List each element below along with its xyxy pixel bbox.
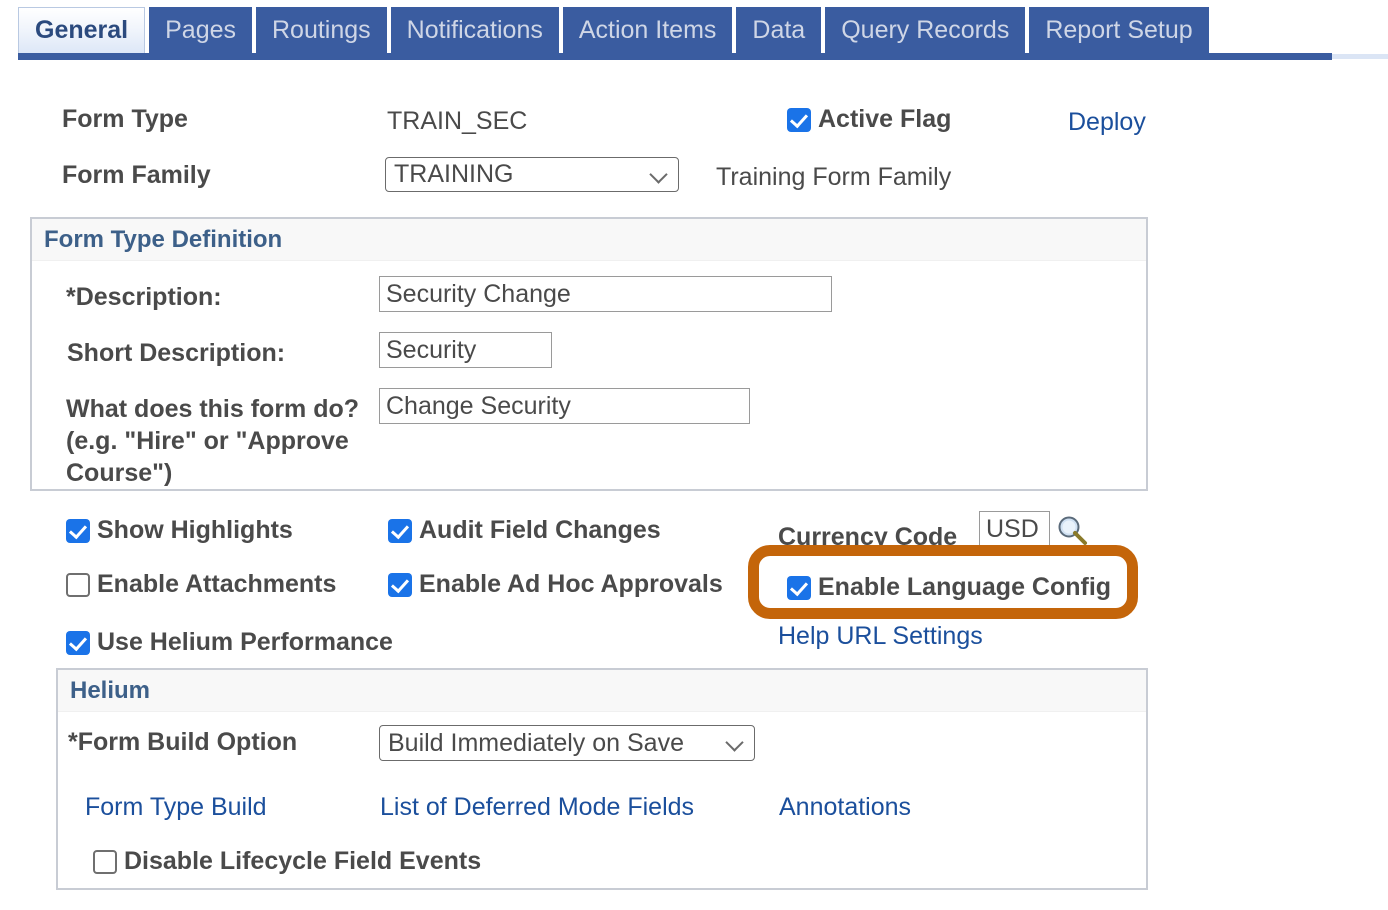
enable-ad-hoc-approvals-label: Enable Ad Hoc Approvals [419,570,723,598]
form-type-label: Form Type [62,105,188,133]
tab-label: Routings [272,15,371,44]
form-type-build-link[interactable]: Form Type Build [85,793,267,822]
form-family-description: Training Form Family [716,163,952,191]
tab-data[interactable]: Data [736,7,822,53]
highlight-annotation-box: Enable Language Config [748,545,1138,619]
checkbox-checked-icon [388,518,412,543]
tab-list: General Pages Routings Notifications Act… [18,7,1213,53]
tab-query-records[interactable]: Query Records [825,7,1026,53]
description-label: *Description: [66,283,222,311]
form-type-value: TRAIN_SEC [387,107,528,135]
form-family-select[interactable]: TRAINING [385,157,679,192]
enable-ad-hoc-approvals-checkbox[interactable]: Enable Ad Hoc Approvals [388,570,723,599]
disable-lifecycle-field-events-checkbox[interactable]: Disable Lifecycle Field Events [93,847,481,876]
use-helium-performance-label: Use Helium Performance [97,628,393,656]
form-build-option-value: Build Immediately on Save [388,728,684,757]
tab-label: Query Records [841,15,1010,44]
tab-label: General [35,15,129,44]
helium-title: Helium [70,676,151,704]
short-description-input[interactable] [379,332,552,368]
magnifier-icon[interactable] [1055,513,1089,547]
what-does-form-do-label-line3: Course") [66,459,173,487]
chevron-down-icon [726,733,746,753]
what-does-form-do-label-line1: What does this form do? [66,395,360,423]
description-input[interactable] [379,276,832,312]
checkbox-checked-icon [787,575,811,600]
currency-code-input[interactable] [979,511,1050,547]
tab-general[interactable]: General [18,7,146,53]
active-flag-checkbox[interactable]: Active Flag [787,105,951,134]
list-of-deferred-mode-fields-link[interactable]: List of Deferred Mode Fields [380,793,694,822]
deploy-link[interactable]: Deploy [1068,108,1146,137]
tab-label: Data [752,15,806,44]
disable-lifecycle-field-events-label: Disable Lifecycle Field Events [124,847,482,875]
audit-field-changes-checkbox[interactable]: Audit Field Changes [388,516,661,545]
tab-label: Pages [165,15,236,44]
tab-pages[interactable]: Pages [149,7,252,53]
checkbox-checked-icon [388,572,412,597]
what-does-form-do-label: What does this form do? (e.g. "Hire" or … [66,393,376,489]
enable-language-config-label: Enable Language Config [818,573,1112,601]
form-type-definition-header: Form Type Definition [32,219,1146,261]
tab-action-items[interactable]: Action Items [562,7,733,53]
tab-report-setup[interactable]: Report Setup [1029,7,1209,53]
active-flag-label: Active Flag [818,105,952,133]
help-url-settings-link[interactable]: Help URL Settings [778,622,983,651]
tab-label: Action Items [578,15,717,44]
checkbox-unchecked-icon [93,849,117,874]
tab-label: Report Setup [1045,15,1193,44]
show-highlights-checkbox[interactable]: Show Highlights [66,516,293,545]
tab-bar: General Pages Routings Notifications Act… [0,0,1388,62]
audit-field-changes-label: Audit Field Changes [419,516,661,544]
tab-bar-base [18,53,1332,60]
chevron-down-icon [650,165,670,185]
checkbox-checked-icon [66,518,90,543]
enable-attachments-label: Enable Attachments [97,570,337,598]
what-does-form-do-input[interactable] [379,388,750,424]
show-highlights-label: Show Highlights [97,516,293,544]
form-family-label: Form Family [62,161,211,189]
helium-header: Helium [58,670,1146,712]
what-does-form-do-label-line2: (e.g. "Hire" or "Approve [66,427,349,455]
form-build-option-select[interactable]: Build Immediately on Save [379,725,755,761]
tab-notifications[interactable]: Notifications [390,7,559,53]
short-description-label: Short Description: [67,339,286,367]
checkbox-checked-icon [787,107,811,132]
form-build-option-label: *Form Build Option [68,728,298,756]
checkbox-checked-icon [66,630,90,655]
enable-attachments-checkbox[interactable]: Enable Attachments [66,570,336,599]
form-type-definition-title: Form Type Definition [44,225,283,253]
tab-bar-underline [1332,54,1388,59]
form-family-value: TRAINING [394,160,514,188]
enable-language-config-checkbox[interactable]: Enable Language Config [787,573,1111,602]
tab-routings[interactable]: Routings [256,7,387,53]
annotations-link[interactable]: Annotations [779,793,911,822]
tab-label: Notifications [406,15,543,44]
checkbox-unchecked-icon [66,572,90,597]
use-helium-performance-checkbox[interactable]: Use Helium Performance [66,628,393,657]
